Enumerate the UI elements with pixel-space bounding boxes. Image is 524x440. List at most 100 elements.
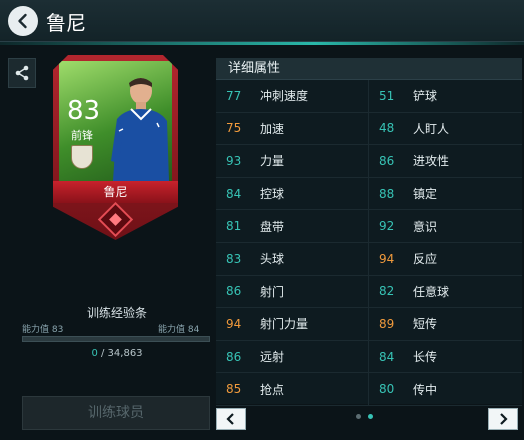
attribute-row: 85 抢点 80 传中	[216, 373, 522, 406]
player-name: 鲁尼	[53, 181, 178, 203]
chevron-right-icon	[500, 413, 508, 425]
attribute-name: 任意球	[413, 284, 450, 299]
attribute-value: 89	[379, 316, 395, 331]
share-icon	[15, 65, 29, 81]
training-title: 训练经验条	[86, 306, 147, 320]
attribute-value: 84	[226, 186, 242, 201]
gem-icon	[97, 201, 134, 238]
attribute-row: 75 加速 48 人盯人	[216, 112, 522, 146]
header-accent-line	[0, 42, 524, 45]
attribute-name: 头球	[260, 252, 285, 267]
attribute-value: 94	[226, 316, 242, 331]
attribute-value: 82	[379, 284, 395, 299]
attribute-name: 铲球	[413, 89, 438, 104]
card-background: 83 前锋	[59, 61, 172, 181]
attribute-value: 85	[226, 382, 242, 397]
training-progress-bar	[22, 336, 210, 342]
attribute-name: 加速	[260, 121, 285, 136]
chevron-left-icon	[226, 413, 234, 425]
attribute-value: 92	[379, 219, 395, 234]
attributes-grid: 77 冲刺速度 51 铲球 75 加速 48 人盯人 93 力量 86 进攻性 84 控球 88 镇定 81 盘带…	[216, 80, 522, 406]
attribute-value: 93	[226, 153, 242, 168]
current-ability-text: 能力值	[22, 325, 50, 335]
current-ability-label: 能力值 83	[22, 322, 63, 335]
progress-separator: /	[97, 348, 108, 359]
player-position: 前锋	[71, 129, 93, 142]
share-button[interactable]	[8, 58, 36, 88]
attribute-name: 镇定	[413, 187, 438, 202]
attribute-row: 94 射门力量 89 短传	[216, 308, 522, 341]
train-player-button[interactable]: 训练球员	[22, 396, 210, 430]
attribute-cell: 88 镇定	[369, 178, 522, 210]
attributes-panel: 详细属性 77 冲刺速度 51 铲球 75 加速 48 人盯人 93 力量 86 进攻性 84 控球 88 镇…	[216, 58, 522, 406]
attribute-name: 射门力量	[260, 317, 309, 332]
attribute-name: 冲刺速度	[260, 89, 309, 104]
next-ability-label: 能力值 84	[158, 322, 199, 335]
attribute-cell: 84 长传	[369, 341, 522, 373]
attribute-cell: 94 反应	[369, 243, 522, 275]
page-dot[interactable]	[356, 414, 361, 419]
attribute-value: 86	[226, 284, 242, 299]
attribute-row: 86 射门 82 任意球	[216, 275, 522, 309]
attribute-cell: 48 人盯人	[369, 113, 522, 145]
back-button[interactable]	[8, 6, 38, 36]
attribute-row: 84 控球 88 镇定	[216, 177, 522, 211]
attribute-value: 86	[379, 153, 395, 168]
page-title: 鲁尼	[46, 11, 86, 35]
attribute-cell: 80 传中	[369, 373, 522, 405]
attribute-name: 远射	[260, 350, 285, 365]
player-portrait	[111, 78, 169, 181]
progress-total: 34,863	[107, 348, 143, 359]
attribute-value: 84	[379, 349, 395, 364]
next-ability-value: 84	[187, 325, 200, 335]
attribute-cell: 86 远射	[216, 340, 369, 373]
attribute-value: 75	[226, 121, 242, 136]
attribute-cell: 81 盘带	[216, 210, 369, 242]
attribute-name: 传中	[413, 382, 438, 397]
attribute-name: 反应	[413, 252, 438, 267]
attribute-cell: 94 射门力量	[216, 308, 369, 340]
attribute-value: 86	[226, 349, 242, 364]
attribute-name: 进攻性	[413, 154, 450, 169]
attribute-row: 86 远射 84 长传	[216, 340, 522, 374]
attribute-name: 意识	[413, 219, 438, 234]
attribute-name: 抢点	[260, 382, 285, 397]
attribute-value: 81	[226, 219, 242, 234]
player-card[interactable]: 83 前锋 鲁尼	[53, 55, 178, 240]
attribute-row: 83 头球 94 反应	[216, 242, 522, 276]
next-ability-text: 能力值	[158, 325, 186, 335]
attribute-row: 77 冲刺速度 51 铲球	[216, 80, 522, 113]
training-progress-text: 0 / 34,863	[0, 348, 234, 359]
club-crest-icon	[71, 145, 93, 169]
attribute-value: 80	[379, 382, 395, 397]
attribute-value: 77	[226, 88, 242, 103]
attribute-cell: 85 抢点	[216, 373, 369, 405]
attribute-name: 射门	[260, 284, 285, 299]
attributes-title: 详细属性	[216, 58, 522, 80]
attribute-cell: 92 意识	[369, 210, 522, 242]
attribute-name: 短传	[413, 317, 438, 332]
attribute-value: 88	[379, 186, 395, 201]
attribute-cell: 82 任意球	[369, 276, 522, 308]
attribute-cell: 83 头球	[216, 242, 369, 275]
attribute-cell: 77 冲刺速度	[216, 80, 369, 112]
attribute-value: 83	[226, 251, 242, 266]
attribute-cell: 89 短传	[369, 308, 522, 340]
attribute-row: 93 力量 86 进攻性	[216, 145, 522, 178]
page-dot[interactable]	[368, 414, 373, 419]
top-bar: 鲁尼	[0, 0, 524, 42]
attribute-name: 控球	[260, 187, 285, 202]
current-ability-value: 83	[51, 325, 64, 335]
attribute-cell: 86 进攻性	[369, 145, 522, 177]
attribute-cell: 93 力量	[216, 145, 369, 177]
prev-page-button[interactable]	[216, 408, 246, 430]
attribute-value: 51	[379, 88, 395, 103]
next-page-button[interactable]	[488, 408, 518, 430]
attribute-cell: 75 加速	[216, 112, 369, 145]
attribute-cell: 51 铲球	[369, 80, 522, 112]
attribute-name: 长传	[413, 350, 438, 365]
attribute-name: 人盯人	[413, 121, 450, 136]
attribute-cell: 84 控球	[216, 177, 369, 210]
attribute-name: 力量	[260, 154, 285, 169]
player-rating: 83	[67, 96, 101, 126]
